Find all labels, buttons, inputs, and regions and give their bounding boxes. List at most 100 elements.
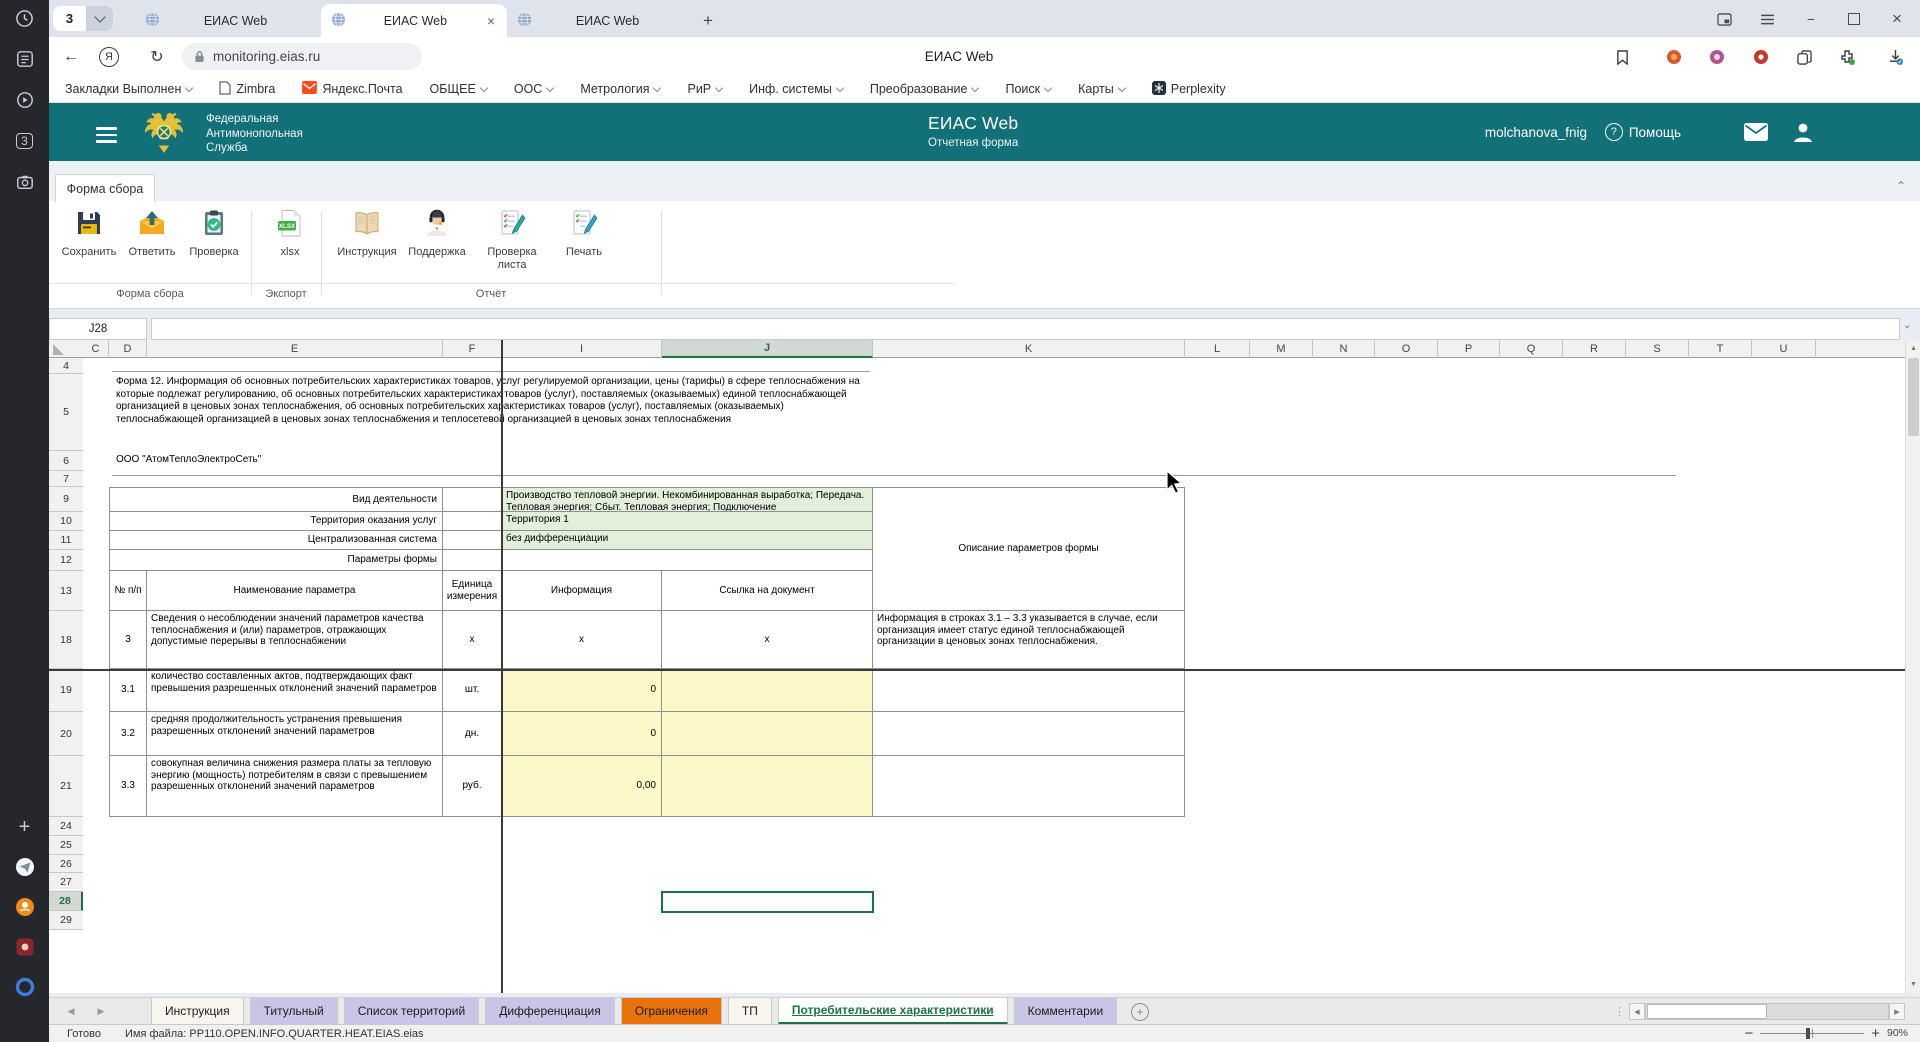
column-header-C[interactable]: C	[83, 340, 109, 358]
help-button[interactable]: ? Помощь	[1605, 103, 1681, 161]
param-desc-cell[interactable]	[873, 712, 1185, 756]
column-header-R[interactable]: R	[1563, 340, 1626, 358]
new-tab-button[interactable]: +	[693, 4, 723, 37]
history-icon[interactable]	[0, 3, 49, 33]
formula-input[interactable]	[151, 318, 1900, 340]
param-desc-cell[interactable]	[873, 669, 1185, 712]
column-header-I[interactable]: I	[502, 340, 662, 358]
column-header-D[interactable]: D	[109, 340, 147, 358]
bookmark-item[interactable]: ООС	[514, 82, 553, 96]
mail-icon[interactable]	[1744, 103, 1768, 161]
param-info-cell[interactable]: x	[502, 611, 662, 669]
hscroll-right-icon[interactable]: ▶	[1889, 1003, 1905, 1020]
row-header-26[interactable]: 26	[49, 855, 83, 873]
sheet-tab[interactable]: Инструкция	[151, 998, 244, 1025]
row-header-6[interactable]: 6	[49, 451, 83, 471]
sidebar-app-darkred[interactable]	[0, 932, 49, 962]
row-header-5[interactable]: 5	[49, 374, 83, 451]
bookmark-flag-icon[interactable]	[1610, 45, 1634, 69]
info-empty-cell[interactable]	[443, 487, 502, 512]
selected-cell-J28[interactable]	[661, 891, 874, 913]
row-header-4[interactable]: 4	[49, 358, 83, 374]
tab-close-icon[interactable]: ×	[485, 13, 497, 29]
extensions-puzzle-icon[interactable]	[1835, 45, 1859, 69]
row-header-11[interactable]: 11	[49, 531, 83, 550]
ribbon-button-xlsx[interactable]: XLSXxlsx	[256, 208, 324, 259]
bookmark-item[interactable]: Perplexity	[1152, 81, 1226, 98]
column-header-O[interactable]: O	[1375, 340, 1438, 358]
sheet-tab[interactable]: Список территорий	[344, 998, 479, 1025]
column-header-F[interactable]: F	[443, 340, 502, 358]
tab-list-chevron[interactable]	[86, 6, 113, 31]
sheet-tab[interactable]: ТП	[728, 998, 772, 1025]
vertical-scrollbar[interactable]: ▲▼	[1905, 340, 1920, 993]
info-value-cell[interactable]: Производство тепловой энергии. Некомбини…	[502, 487, 873, 512]
row-header-20[interactable]: 20	[49, 712, 83, 756]
browser-menu-icon[interactable]	[1757, 9, 1777, 29]
column-header-P[interactable]: P	[1438, 340, 1500, 358]
bookmark-item[interactable]: Яндекс.Почта	[302, 81, 402, 97]
info-value-cell[interactable]: Территория 1	[502, 512, 873, 531]
video-icon[interactable]	[0, 85, 49, 115]
form-title[interactable]: Форма 12. Информация об основных потреби…	[116, 376, 870, 450]
row-header-10[interactable]: 10	[49, 512, 83, 531]
ribbon-button-book[interactable]: Инструкция	[333, 208, 401, 259]
bookmark-item[interactable]: Преобразование	[870, 82, 979, 96]
row-header-12[interactable]: 12	[49, 550, 83, 571]
info-value-cell[interactable]: без дифференциации	[502, 531, 873, 550]
param-info-cell[interactable]: 0,00	[502, 756, 662, 817]
row-header-29[interactable]: 29	[49, 911, 83, 930]
column-header-E[interactable]: E	[147, 340, 443, 358]
row-header-28[interactable]: 28	[49, 892, 83, 911]
zoom-out-icon[interactable]: −	[1744, 1025, 1753, 1042]
sheet-nav-left-icon[interactable]: ◀	[59, 998, 83, 1025]
horizontal-scrollbar[interactable]: ◀ ▶	[1629, 1003, 1905, 1020]
browser-tab[interactable]: ЕИАС Web×	[321, 4, 507, 37]
param-info-cell[interactable]: 0	[502, 669, 662, 712]
bookmark-item[interactable]: Инф. системы	[749, 82, 843, 96]
column-header-M[interactable]: M	[1250, 340, 1313, 358]
column-header-N[interactable]: N	[1313, 340, 1375, 358]
info-value-cell[interactable]	[502, 550, 873, 571]
zoom-slider[interactable]	[1760, 1033, 1864, 1034]
extension-icon-2[interactable]	[1705, 45, 1729, 69]
column-header-K[interactable]: K	[873, 340, 1185, 358]
vscroll-down-icon[interactable]: ▼	[1906, 976, 1920, 992]
address-bar[interactable]: monitoring.eias.ru	[182, 43, 422, 70]
add-sheet-button[interactable]: +	[1131, 1003, 1149, 1021]
column-header-S[interactable]: S	[1626, 340, 1689, 358]
ribbon-button-sheetcheck[interactable]: Проверка листа	[478, 208, 546, 271]
ribbon-button-save[interactable]: Сохранить	[55, 208, 123, 259]
sheet-nav-right-icon[interactable]: ▶	[89, 998, 113, 1025]
username[interactable]: molchanova_fnig	[1485, 103, 1587, 161]
sheet-tab[interactable]: Титульный	[250, 998, 338, 1025]
ribbon-collapse-icon[interactable]: ⌃	[1896, 179, 1906, 193]
row-header-27[interactable]: 27	[49, 873, 83, 892]
ribbon-button-support[interactable]: Поддержка	[403, 208, 471, 259]
info-empty-cell[interactable]	[443, 531, 502, 550]
cell-name-box[interactable]: J28	[49, 318, 147, 340]
param-info-cell[interactable]: 0	[502, 712, 662, 756]
ribbon-button-print[interactable]: Печать	[550, 208, 618, 259]
info-empty-cell[interactable]	[443, 512, 502, 531]
bookmark-item[interactable]: Zimbra	[219, 81, 275, 98]
param-link-cell[interactable]: x	[662, 611, 873, 669]
column-header-Q[interactable]: Q	[1500, 340, 1563, 358]
sheet-tab[interactable]: Дифференциация	[485, 998, 615, 1025]
browser-tab[interactable]: ЕИАС Web	[507, 4, 693, 37]
yandex-search-icon[interactable]: Я	[97, 45, 121, 69]
column-header-L[interactable]: L	[1185, 340, 1250, 358]
bookmark-item[interactable]: ОБЩЕЕ	[430, 82, 487, 96]
bookmark-item[interactable]: Закладки Выполнен	[65, 82, 192, 96]
row-header-24[interactable]: 24	[49, 817, 83, 836]
bookmark-item[interactable]: РиР	[687, 82, 722, 96]
window-close-button[interactable]: ×	[1887, 9, 1907, 29]
column-header-T[interactable]: T	[1689, 340, 1752, 358]
pip-icon[interactable]	[1714, 9, 1734, 29]
param-link-cell[interactable]	[662, 756, 873, 817]
row-header-19[interactable]: 19	[49, 669, 83, 712]
reload-button[interactable]: ↻	[145, 45, 169, 69]
shared-tabs-icon[interactable]	[1792, 45, 1816, 69]
sidebar-add-icon[interactable]: +	[0, 812, 49, 842]
vscroll-thumb[interactable]	[1908, 358, 1919, 436]
